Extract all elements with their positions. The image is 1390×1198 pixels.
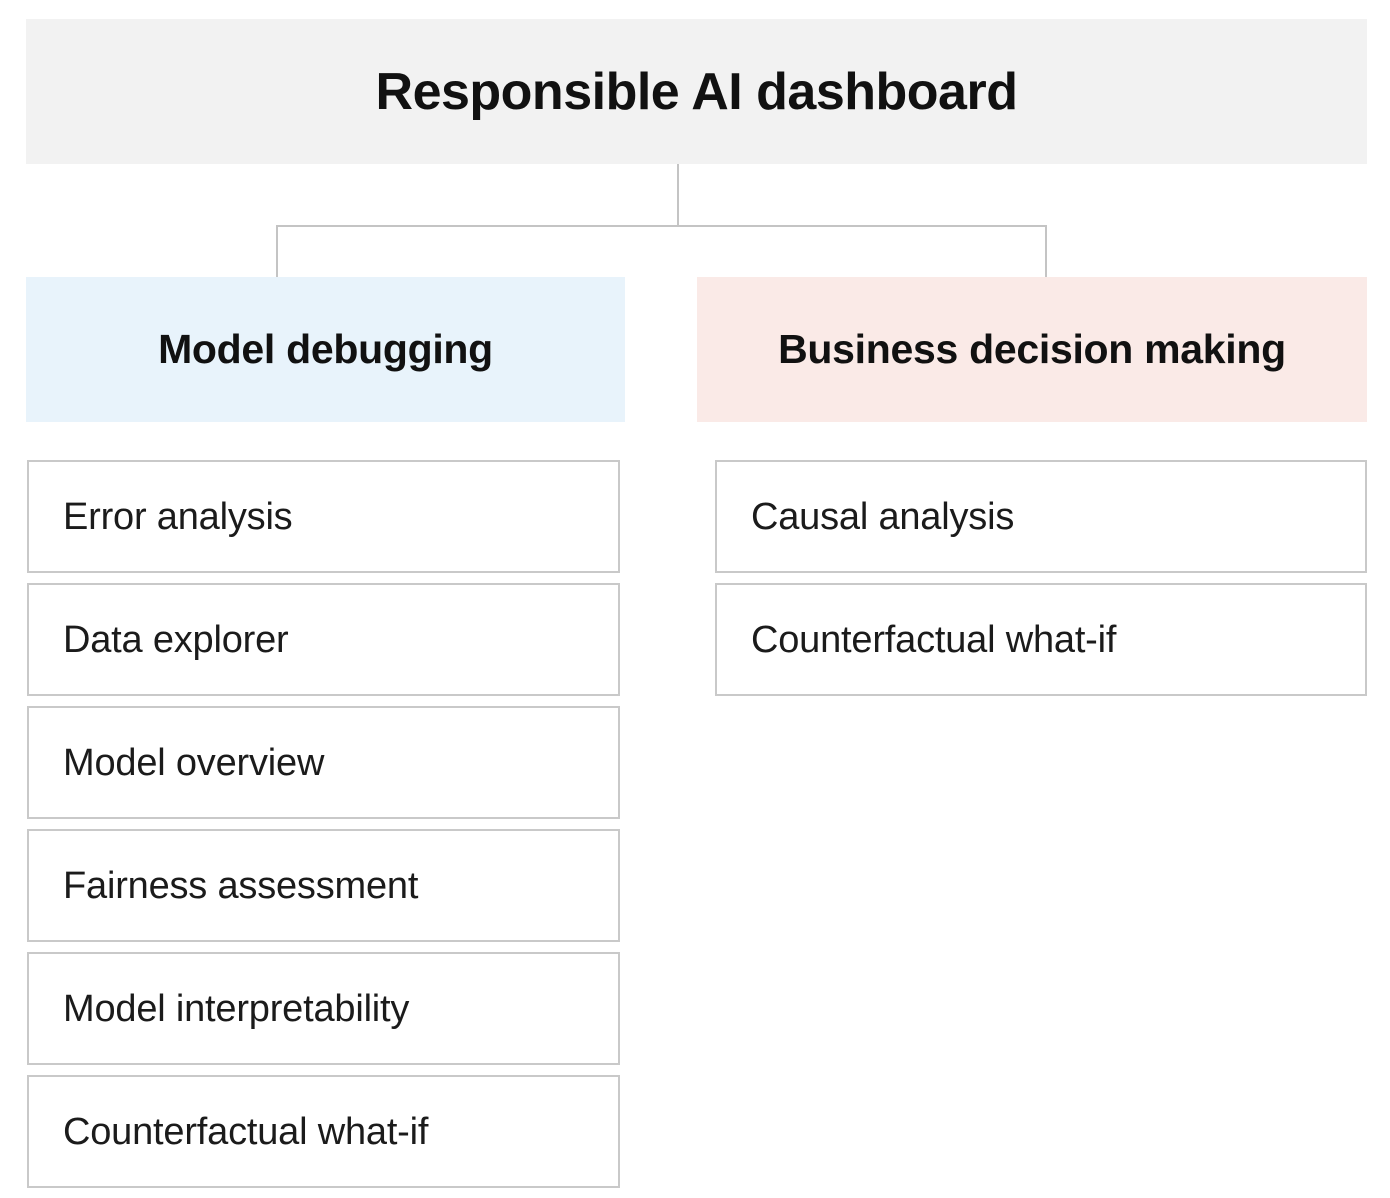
branch-header-model-debugging-title: Model debugging: [158, 326, 493, 372]
component-item-label: Causal analysis: [751, 495, 1015, 538]
connector-stem: [677, 164, 679, 227]
component-item-model-interpretability[interactable]: Model interpretability: [27, 952, 620, 1065]
component-item-label: Counterfactual what-if: [63, 1110, 429, 1153]
component-item-label: Data explorer: [63, 618, 289, 661]
component-item-label: Model overview: [63, 741, 325, 784]
root-node: Responsible AI dashboard: [26, 19, 1367, 164]
component-item-counterfactual-what-if[interactable]: Counterfactual what-if: [27, 1075, 620, 1188]
component-item-causal-analysis[interactable]: Causal analysis: [715, 460, 1367, 573]
component-list-model-debugging: Error analysis Data explorer Model overv…: [27, 460, 620, 1188]
component-item-fairness-assessment[interactable]: Fairness assessment: [27, 829, 620, 942]
branch-header-model-debugging: Model debugging: [26, 277, 625, 422]
component-item-error-analysis[interactable]: Error analysis: [27, 460, 620, 573]
connector-drop-right: [1045, 225, 1047, 278]
branch-header-business-decision-making: Business decision making: [697, 277, 1367, 422]
component-item-model-overview[interactable]: Model overview: [27, 706, 620, 819]
branch-header-business-decision-making-title: Business decision making: [778, 326, 1286, 372]
component-item-label: Error analysis: [63, 495, 293, 538]
component-item-label: Fairness assessment: [63, 864, 419, 907]
component-list-business-decision-making: Causal analysis Counterfactual what-if: [715, 460, 1367, 696]
component-item-counterfactual-what-if[interactable]: Counterfactual what-if: [715, 583, 1367, 696]
diagram-canvas: Responsible AI dashboard Model debugging…: [0, 0, 1390, 1198]
component-item-label: Model interpretability: [63, 987, 410, 1030]
connector-horizontal-bar: [276, 225, 1047, 227]
component-item-data-explorer[interactable]: Data explorer: [27, 583, 620, 696]
connector-drop-left: [276, 225, 278, 278]
root-node-title: Responsible AI dashboard: [375, 62, 1018, 121]
component-item-label: Counterfactual what-if: [751, 618, 1117, 661]
